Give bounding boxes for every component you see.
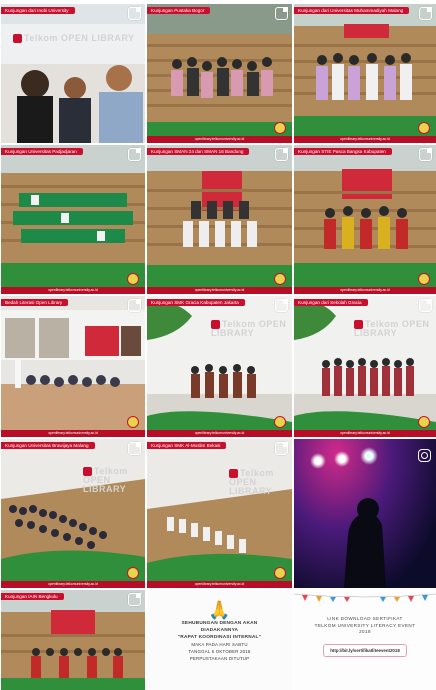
instagram-icon bbox=[418, 449, 431, 462]
multi-photo-icon bbox=[275, 299, 288, 312]
bunting-decoration bbox=[294, 593, 436, 602]
notice-line: "RAPAT KOORDINASI INTERNAL" bbox=[177, 635, 262, 640]
brand-logo: Telkom OPEN LIBRARY bbox=[354, 319, 430, 338]
photo-tile[interactable]: Telkom OPEN LIBRARY Kunjungan Universita… bbox=[1, 439, 145, 588]
footer-url: openlibrary.telkomuniversity.ac.id bbox=[294, 136, 436, 143]
photo-tile[interactable]: Telkom OPEN LIBRARY Kunjungan dari Sekol… bbox=[294, 296, 436, 437]
photo-tile[interactable]: Telkom OPEN LIBRARY Kunjungan SMK Al-Mus… bbox=[147, 439, 292, 588]
telkom-badge-icon bbox=[127, 273, 139, 285]
notice-line: PERPUSTAKAAN DITUTUP bbox=[189, 656, 250, 661]
tile-caption: Kunjungan dari Inobi University bbox=[1, 7, 75, 14]
photo-tile[interactable]: Kunjungan IAIN Bengkulu bbox=[1, 590, 145, 690]
notice-line: TANGGAL 6 OKTOBER 2018 bbox=[188, 649, 251, 654]
tile-caption: Kunjungan IAIN Bengkulu bbox=[1, 593, 64, 600]
photo-scene bbox=[1, 296, 145, 437]
photo-scene bbox=[294, 296, 436, 437]
telkom-badge-icon bbox=[127, 416, 139, 428]
notice-line: DIADAKANNYA bbox=[200, 628, 239, 633]
tile-caption: Kunjungan STIE Pasca Bangsa Kabupaten bbox=[294, 148, 392, 155]
multi-photo-icon bbox=[128, 7, 141, 20]
photo-tile[interactable]: Kunjungan dari Universitas Muhammadiyah … bbox=[294, 4, 436, 143]
footer-url: openlibrary.telkomuniversity.ac.id bbox=[1, 287, 145, 294]
multi-photo-icon bbox=[275, 148, 288, 161]
tile-caption: Kunjungan dari Universitas Muhammadiyah … bbox=[294, 7, 410, 14]
footer-url: openlibrary.telkomuniversity.ac.id bbox=[1, 430, 145, 437]
praying-hands-icon: 🙏 bbox=[208, 600, 231, 620]
telkom-badge-icon bbox=[418, 122, 430, 134]
telkom-badge-icon bbox=[274, 273, 286, 285]
tile-caption: Kunjungan SMK Gracia Kabupaten Jakarta bbox=[147, 299, 245, 306]
certificate-year: 2018 bbox=[359, 629, 371, 634]
telkom-badge-icon bbox=[418, 416, 430, 428]
tile-caption: Kunjungan dari Sekolah Gracia bbox=[294, 299, 368, 306]
footer-url: openlibrary.telkomuniversity.ac.id bbox=[147, 136, 292, 143]
tile-caption: Bedah Literasi Open Library bbox=[1, 299, 69, 306]
photo-scene bbox=[1, 439, 145, 588]
footer-url: openlibrary.telkomuniversity.ac.id bbox=[147, 430, 292, 437]
tile-caption: Kunjungan SMAN 24 dan SMAN 16 Bandung bbox=[147, 148, 250, 155]
footer-url: openlibrary.telkomuniversity.ac.id bbox=[147, 581, 292, 588]
footer-url: openlibrary.telkomuniversity.ac.id bbox=[1, 581, 145, 588]
certificate-link[interactable]: http://bit.ly/sertifikatliteevent2018 bbox=[323, 643, 407, 657]
photo-scene bbox=[147, 145, 292, 294]
multi-photo-icon bbox=[128, 593, 141, 606]
multi-photo-icon bbox=[275, 442, 288, 455]
notice-tile[interactable]: 🙏 SEHUBUNGAN DENGAN AKAN DIADAKANNYA "RA… bbox=[147, 590, 292, 690]
brand-logo: Telkom OPEN LIBRARY bbox=[211, 319, 287, 338]
multi-photo-icon bbox=[128, 299, 141, 312]
telkom-badge-icon bbox=[418, 273, 430, 285]
photo-scene bbox=[344, 498, 386, 588]
multi-photo-icon bbox=[128, 148, 141, 161]
photo-grid: Telkom OPEN LIBRARY Kunjungan dari Inobi… bbox=[0, 0, 436, 690]
photo-scene bbox=[1, 4, 145, 143]
multi-photo-icon bbox=[419, 299, 432, 312]
brand-logo: Telkom OPEN LIBRARY bbox=[229, 468, 274, 496]
notice-line: MAKA PADA HARI SABTU bbox=[191, 642, 248, 647]
photo-tile[interactable]: Telkom OPEN LIBRARY Kunjungan SMK Gracia… bbox=[147, 296, 292, 437]
photo-tile[interactable]: Kunjungan Pustaka Bogor openlibrary.telk… bbox=[147, 4, 292, 143]
photo-scene bbox=[294, 145, 436, 294]
photo-scene bbox=[1, 145, 145, 294]
photo-tile[interactable]: Kunjungan SMAN 24 dan SMAN 16 Bandung op… bbox=[147, 145, 292, 294]
certificate-tile[interactable]: LINK DOWNLOAD SERTIFIKAT TELKOM UNIVERSI… bbox=[294, 590, 436, 690]
photo-tile[interactable]: Kunjungan Universitas Padjadjaran openli… bbox=[1, 145, 145, 294]
photo-scene bbox=[294, 4, 436, 143]
photo-tile[interactable]: Kunjungan STIE Pasca Bangsa Kabupaten op… bbox=[294, 145, 436, 294]
footer-url: openlibrary.telkomuniversity.ac.id bbox=[147, 287, 292, 294]
photo-scene bbox=[147, 296, 292, 437]
photo-scene bbox=[147, 4, 292, 143]
telkom-badge-icon bbox=[127, 567, 139, 579]
photo-scene bbox=[147, 439, 292, 588]
footer-url: openlibrary.telkomuniversity.ac.id bbox=[294, 430, 436, 437]
multi-photo-icon bbox=[128, 442, 141, 455]
notice-line: SEHUBUNGAN DENGAN AKAN bbox=[181, 621, 258, 626]
photo-tile[interactable]: Telkom OPEN LIBRARY Kunjungan dari Inobi… bbox=[1, 4, 145, 143]
tile-caption: Kunjungan Pustaka Bogor bbox=[147, 7, 211, 14]
multi-photo-icon bbox=[419, 148, 432, 161]
brand-logo: Telkom OPEN LIBRARY bbox=[13, 34, 135, 43]
tile-caption: Kunjungan Universitas Padjadjaran bbox=[1, 148, 83, 155]
telkom-badge-icon bbox=[274, 567, 286, 579]
photo-scene bbox=[1, 590, 145, 690]
brand-logo: Telkom OPEN LIBRARY bbox=[83, 466, 128, 494]
footer-url: openlibrary.telkomuniversity.ac.id bbox=[294, 287, 436, 294]
multi-photo-icon bbox=[419, 7, 432, 20]
tile-caption: Kunjungan Universitas Brawijaya Malang bbox=[1, 442, 95, 449]
multi-photo-icon bbox=[275, 7, 288, 20]
photo-tile[interactable]: Bedah Literasi Open Library openlibrary.… bbox=[1, 296, 145, 437]
telkom-badge-icon bbox=[274, 122, 286, 134]
tile-caption: Kunjungan SMK Al-Muslim Bekasi bbox=[147, 442, 227, 449]
telkom-badge-icon bbox=[274, 416, 286, 428]
photo-tile[interactable] bbox=[294, 439, 436, 588]
